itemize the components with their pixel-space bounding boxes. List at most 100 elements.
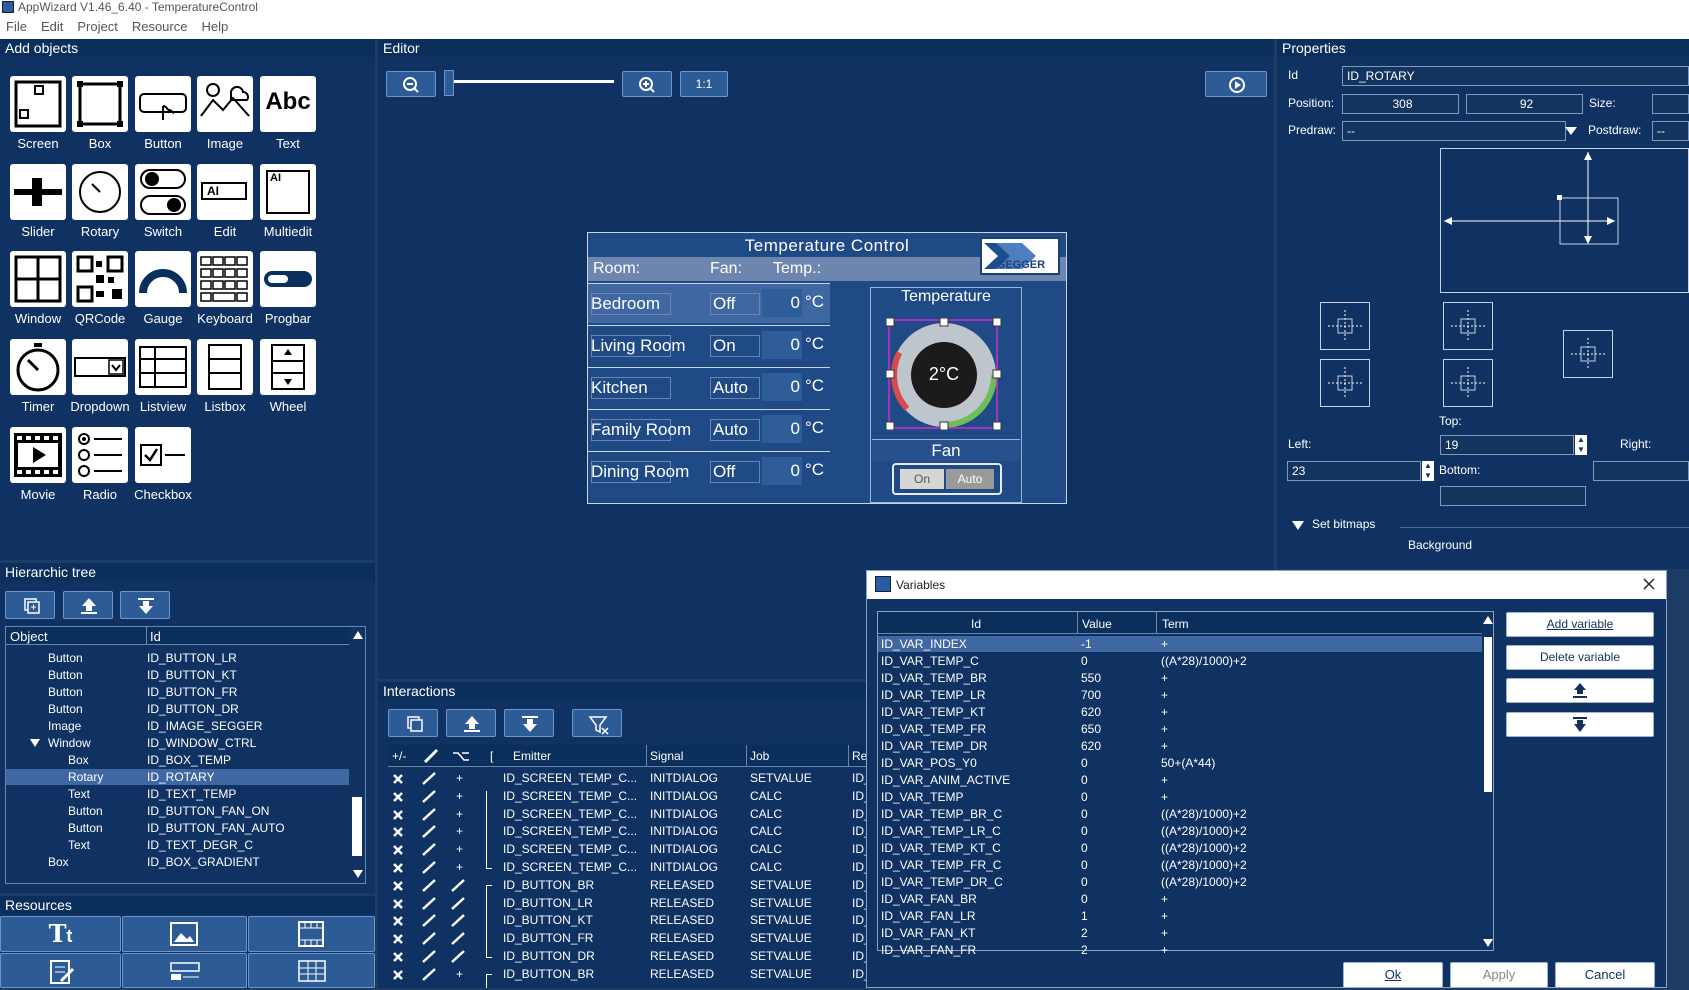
delete-icon[interactable] <box>392 791 404 803</box>
tree-row[interactable]: Text ID_TEXT_DEGR_C <box>6 837 349 853</box>
resource-images-button[interactable] <box>122 916 247 952</box>
add-wheel-button[interactable] <box>260 339 316 395</box>
tree-move-down-button[interactable] <box>120 591 170 619</box>
fan-auto-button[interactable]: Auto <box>946 469 994 489</box>
delete-icon[interactable] <box>392 826 404 838</box>
resource-text-button[interactable] <box>0 953 121 988</box>
edit-pencil-icon[interactable] <box>421 896 437 911</box>
interaction-add-button[interactable] <box>388 709 438 737</box>
add-image-button[interactable] <box>197 76 253 132</box>
delete-icon[interactable] <box>392 844 404 856</box>
variable-row[interactable]: ID_VAR_FAN_KT 2 + <box>878 925 1482 941</box>
variable-row[interactable]: ID_VAR_ANIM_ACTIVE 0 + <box>878 772 1482 788</box>
left-spinner[interactable]: ▲ ▼ <box>1422 461 1434 481</box>
add-progbar-button[interactable] <box>260 251 316 307</box>
delete-icon[interactable] <box>392 969 404 981</box>
variable-row[interactable]: ID_VAR_TEMP_DR 620 + <box>878 738 1482 754</box>
scroll-up-icon[interactable] <box>352 630 364 640</box>
anchor-layout-diagram[interactable] <box>1440 148 1689 293</box>
condition-pencil-icon[interactable] <box>450 913 466 928</box>
prop-postdraw-select[interactable]: -- <box>1652 121 1689 141</box>
variable-row[interactable]: ID_VAR_TEMP_FR_C 0 ((A*28)/1000)+2 <box>878 857 1482 873</box>
resource-tables-button[interactable] <box>248 953 375 988</box>
ok-button[interactable]: Ok <box>1343 962 1443 988</box>
condition-pencil-icon[interactable] <box>450 949 466 964</box>
prop-left-field[interactable]: 23 <box>1287 461 1421 481</box>
edit-pencil-icon[interactable] <box>421 967 437 982</box>
resource-fonts-button[interactable]: Tt <box>0 916 121 952</box>
tree-row[interactable]: Box ID_BOX_GRADIENT <box>6 854 349 870</box>
prop-bottom-field[interactable] <box>1440 486 1586 506</box>
tree-move-up-button[interactable] <box>63 591 113 619</box>
add-screen-button[interactable] <box>10 76 66 132</box>
interaction-row[interactable]: + ID_SCREEN_TEMP_C... INITDIALOG CALC ID_ <box>388 859 871 876</box>
prop-right-field[interactable] <box>1593 461 1689 481</box>
edit-pencil-icon[interactable] <box>421 824 437 839</box>
menu-help[interactable]: Help <box>201 16 228 38</box>
tree-add-button[interactable] <box>5 591 55 619</box>
edit-pencil-icon[interactable] <box>421 949 437 964</box>
zoom-out-button[interactable] <box>386 71 436 97</box>
zoom-reset-button[interactable]: 1:1 <box>680 71 728 97</box>
condition-pencil-icon[interactable] <box>450 931 466 946</box>
menu-file[interactable]: File <box>6 16 27 38</box>
resource-variables-button[interactable] <box>122 953 247 988</box>
zoom-slider-thumb[interactable] <box>444 70 454 96</box>
tree-row[interactable]: Button ID_BUTTON_KT <box>6 667 349 683</box>
add-radio-button[interactable] <box>72 427 128 483</box>
interaction-row[interactable]: ID_BUTTON_DR RELEASED SETVALUE ID_ <box>388 948 871 965</box>
tree-row[interactable]: Button ID_BUTTON_FAN_AUTO <box>6 820 349 836</box>
edit-pencil-icon[interactable] <box>421 931 437 946</box>
scroll-down-icon[interactable] <box>352 869 364 879</box>
interaction-row[interactable]: + ID_SCREEN_TEMP_C... INITDIALOG SETVALUE ID… <box>388 770 871 787</box>
delete-icon[interactable] <box>392 880 404 892</box>
delete-variable-button[interactable]: Delete variable <box>1506 645 1654 670</box>
delete-icon[interactable] <box>392 933 404 945</box>
interaction-row[interactable]: ID_BUTTON_BR RELEASED SETVALUE ID_ <box>388 877 871 899</box>
add-rotary-button[interactable] <box>72 164 128 220</box>
prop-top-field[interactable]: 19 <box>1440 435 1574 455</box>
variable-row[interactable]: ID_VAR_TEMP 0 + <box>878 789 1482 805</box>
variable-move-down-button[interactable] <box>1506 712 1654 737</box>
variable-move-up-button[interactable] <box>1506 678 1654 703</box>
edit-pencil-icon[interactable] <box>421 860 437 875</box>
interaction-move-down-button[interactable] <box>504 709 554 737</box>
top-spinner[interactable]: ▲ ▼ <box>1575 435 1587 455</box>
prop-id-field[interactable]: ID_ROTARY <box>1342 66 1689 86</box>
play-button[interactable] <box>1205 71 1267 97</box>
chevron-down-icon[interactable] <box>1564 126 1578 136</box>
edit-pencil-icon[interactable] <box>421 842 437 857</box>
tree-row[interactable]: Button ID_BUTTON_FAN_ON <box>6 803 349 819</box>
tree-row[interactable]: Image ID_IMAGE_SEGGER <box>6 718 349 734</box>
tree-row[interactable]: Text ID_TEXT_TEMP <box>6 786 349 802</box>
condition-pencil-icon[interactable] <box>450 878 466 893</box>
tree-row[interactable]: Button ID_BUTTON_DR <box>6 701 349 717</box>
segger-logo[interactable]: SEGGER <box>980 237 1060 275</box>
tree-row[interactable]: Box ID_BOX_TEMP <box>6 752 349 768</box>
apply-button[interactable]: Apply <box>1450 962 1548 988</box>
delete-icon[interactable] <box>392 951 404 963</box>
add-qrcode-button[interactable] <box>72 251 128 307</box>
fan-on-button[interactable]: On <box>900 469 944 489</box>
edit-pencil-icon[interactable] <box>421 913 437 928</box>
add-box-button[interactable] <box>72 76 128 132</box>
cancel-button[interactable]: Cancel <box>1555 962 1655 988</box>
prop-predraw-select[interactable]: -- <box>1342 121 1566 141</box>
add-dropdown-button[interactable] <box>72 339 128 395</box>
add-text-button[interactable]: Abc <box>260 76 316 132</box>
variable-row[interactable]: ID_VAR_TEMP_BR_C 0 ((A*28)/1000)+2 <box>878 806 1482 822</box>
variable-row[interactable]: ID_VAR_TEMP_C 0 ((A*28)/1000)+2 <box>878 653 1482 669</box>
edit-pencil-icon[interactable] <box>421 807 437 822</box>
add-movie-button[interactable] <box>10 427 66 483</box>
add-multiedit-button[interactable]: AI <box>260 164 316 220</box>
add-keyboard-button[interactable] <box>197 251 253 307</box>
edit-pencil-icon[interactable] <box>421 771 437 786</box>
anchor-preset-icon[interactable] <box>1443 302 1493 350</box>
interaction-row[interactable]: + ID_BUTTON_BR RELEASED SETVALUE ID_ <box>388 966 871 988</box>
delete-icon[interactable] <box>392 809 404 821</box>
variable-row[interactable]: ID_VAR_TEMP_LR 700 + <box>878 687 1482 703</box>
add-edit-button[interactable]: AI <box>197 164 253 220</box>
tree-row[interactable]: Window ID_WINDOW_CTRL <box>6 735 349 751</box>
delete-icon[interactable] <box>392 915 404 927</box>
variable-row[interactable]: ID_VAR_TEMP_LR_C 0 ((A*28)/1000)+2 <box>878 823 1482 839</box>
